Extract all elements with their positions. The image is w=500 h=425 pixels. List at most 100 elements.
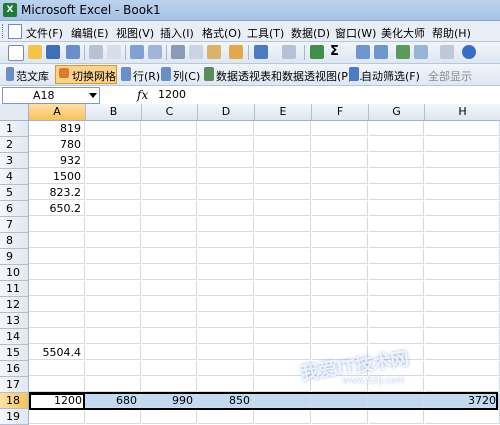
cell-e5[interactable] [255,185,311,200]
cell-f7[interactable] [312,217,368,232]
row-header-15[interactable]: 15 [0,345,29,361]
column-header-a[interactable]: A [29,104,86,121]
cell-f19[interactable] [312,409,368,424]
help-icon[interactable] [462,45,476,59]
menu-edit[interactable]: 编辑(E) [71,25,109,41]
row-header-4[interactable]: 4 [0,169,29,185]
cell-g3[interactable] [369,153,424,168]
cell-c4[interactable] [142,169,197,184]
cell-f4[interactable] [312,169,368,184]
cell-a3[interactable]: 932 [29,153,85,168]
column-header-e[interactable]: E [255,104,312,121]
cell-h18[interactable]: 3720 [425,393,500,408]
sort-descending-icon[interactable] [374,45,388,59]
cell-b3[interactable] [86,153,141,168]
cell-a10[interactable] [29,265,85,280]
hyperlink-icon[interactable] [310,45,324,59]
row-header-14[interactable]: 14 [0,329,29,345]
drawing-icon[interactable] [414,45,428,59]
column-header-f[interactable]: F [312,104,369,121]
cell-h12[interactable] [425,297,500,312]
cell-d14[interactable] [198,329,254,344]
cell-e8[interactable] [255,233,311,248]
row-header-18[interactable]: 18 [0,393,29,409]
menu-format[interactable]: 格式(O) [202,25,241,41]
cell-c9[interactable] [142,249,197,264]
menu-file[interactable]: 文件(F) [26,25,63,41]
cell-c17[interactable] [142,377,197,392]
template-lib-button[interactable]: 范文库 [16,68,49,84]
cell-c10[interactable] [142,265,197,280]
cell-e1[interactable] [255,121,311,136]
cell-d3[interactable] [198,153,254,168]
menu-help[interactable]: 帮助(H) [432,25,471,41]
cell-e3[interactable] [255,153,311,168]
cell-c6[interactable] [142,201,197,216]
row-header-17[interactable]: 17 [0,377,29,393]
row-header-1[interactable]: 1 [0,121,29,137]
cell-g2[interactable] [369,137,424,152]
menu-beautify[interactable]: 美化大师 [381,25,425,41]
row-header-12[interactable]: 12 [0,297,29,313]
cell-g10[interactable] [369,265,424,280]
cell-b4[interactable] [86,169,141,184]
cell-f5[interactable] [312,185,368,200]
cell-e19[interactable] [255,409,311,424]
column-header-b[interactable]: B [86,104,142,121]
cell-g8[interactable] [369,233,424,248]
cell-g6[interactable] [369,201,424,216]
cell-g7[interactable] [369,217,424,232]
menu-data[interactable]: 数据(D) [291,25,330,41]
chart-wizard-icon[interactable] [396,45,410,59]
cell-b7[interactable] [86,217,141,232]
cell-e14[interactable] [255,329,311,344]
cell-a16[interactable] [29,361,85,376]
cell-c1[interactable] [142,121,197,136]
cell-c2[interactable] [142,137,197,152]
cell-a14[interactable] [29,329,85,344]
cell-g5[interactable] [369,185,424,200]
cell-d16[interactable] [198,361,254,376]
column-header-g[interactable]: G [369,104,425,121]
cell-c7[interactable] [142,217,197,232]
permission-icon[interactable] [66,45,80,59]
cell-c12[interactable] [142,297,197,312]
cell-d18[interactable]: 850 [198,393,254,408]
copy-icon[interactable] [189,45,203,59]
row-header-10[interactable]: 10 [0,265,29,281]
research-icon[interactable] [148,45,162,59]
new-icon[interactable] [8,45,24,61]
cell-h13[interactable] [425,313,500,328]
cell-e2[interactable] [255,137,311,152]
open-icon[interactable] [28,45,42,59]
cell-h17[interactable] [425,377,500,392]
cell-b2[interactable] [86,137,141,152]
cell-c14[interactable] [142,329,197,344]
cell-h9[interactable] [425,249,500,264]
cell-h19[interactable] [425,409,500,424]
cell-g18[interactable] [369,393,424,408]
cell-f3[interactable] [312,153,368,168]
cell-a8[interactable] [29,233,85,248]
cell-d5[interactable] [198,185,254,200]
cell-h5[interactable] [425,185,500,200]
column-button[interactable]: 列(C) [173,68,200,84]
cell-e15[interactable] [255,345,311,360]
cell-b13[interactable] [86,313,141,328]
save-icon[interactable] [46,45,60,59]
cell-a15[interactable]: 5504.4 [29,345,85,360]
menu-view[interactable]: 视图(V) [116,25,154,41]
cell-g9[interactable] [369,249,424,264]
menu-insert[interactable]: 插入(I) [160,25,194,41]
cell-c15[interactable] [142,345,197,360]
zoom-icon[interactable] [440,45,454,59]
cell-e12[interactable] [255,297,311,312]
cell-g1[interactable] [369,121,424,136]
cell-d13[interactable] [198,313,254,328]
cell-g19[interactable] [369,409,424,424]
cell-d1[interactable] [198,121,254,136]
cell-h8[interactable] [425,233,500,248]
cell-a9[interactable] [29,249,85,264]
cell-a7[interactable] [29,217,85,232]
chevron-down-icon[interactable] [89,93,97,98]
